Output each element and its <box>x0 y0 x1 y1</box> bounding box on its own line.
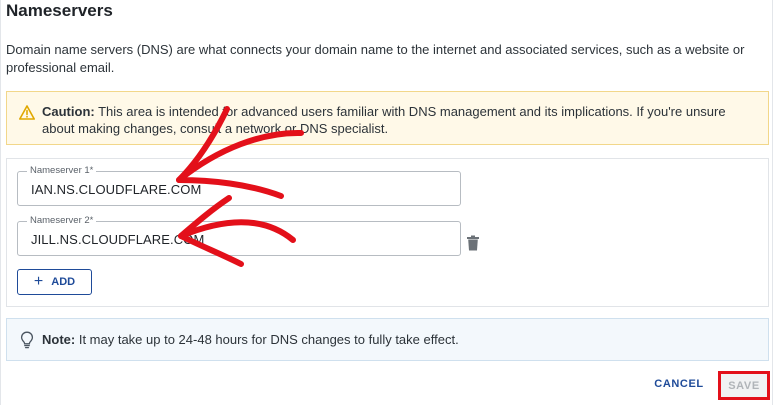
caution-text: Caution: This area is intended for advan… <box>42 103 757 137</box>
nameserver-list: Nameserver 1* IAN.NS.CLOUDFLARE.COM Name… <box>6 158 769 307</box>
add-button-label: ADD <box>51 276 76 288</box>
nameservers-panel: Nameservers Domain name servers (DNS) ar… <box>0 0 773 405</box>
nameserver-2-field[interactable]: Nameserver 2* JILL.NS.CLOUDFLARE.COM <box>17 215 461 256</box>
caution-banner: Caution: This area is intended for advan… <box>6 91 769 145</box>
section-description: Domain name servers (DNS) are what conne… <box>6 42 745 75</box>
save-button[interactable]: SAVE <box>718 371 770 400</box>
warning-triangle-icon <box>19 105 35 120</box>
page-title: Nameservers <box>6 1 113 20</box>
cancel-button[interactable]: CANCEL <box>651 378 707 394</box>
nameserver-2-label: Nameserver 2* <box>27 215 97 226</box>
note-label: Note: <box>42 332 76 347</box>
note-text: Note: It may take up to 24-48 hours for … <box>42 332 459 347</box>
caution-body: This area is intended for advanced users… <box>42 104 726 136</box>
note-banner: Note: It may take up to 24-48 hours for … <box>6 318 769 361</box>
nameserver-1-field[interactable]: Nameserver 1* IAN.NS.CLOUDFLARE.COM <box>17 165 461 206</box>
caution-label: Caution: <box>42 104 95 119</box>
add-nameserver-button[interactable]: + ADD <box>17 269 92 295</box>
lightbulb-icon <box>20 331 34 349</box>
nameserver-1-label: Nameserver 1* <box>27 165 97 176</box>
plus-icon: + <box>33 273 44 290</box>
nameserver-1-value[interactable]: IAN.NS.CLOUDFLARE.COM <box>31 182 201 197</box>
note-body: It may take up to 24-48 hours for DNS ch… <box>75 332 459 347</box>
trash-icon[interactable] <box>466 235 480 251</box>
nameserver-2-value[interactable]: JILL.NS.CLOUDFLARE.COM <box>31 232 204 247</box>
